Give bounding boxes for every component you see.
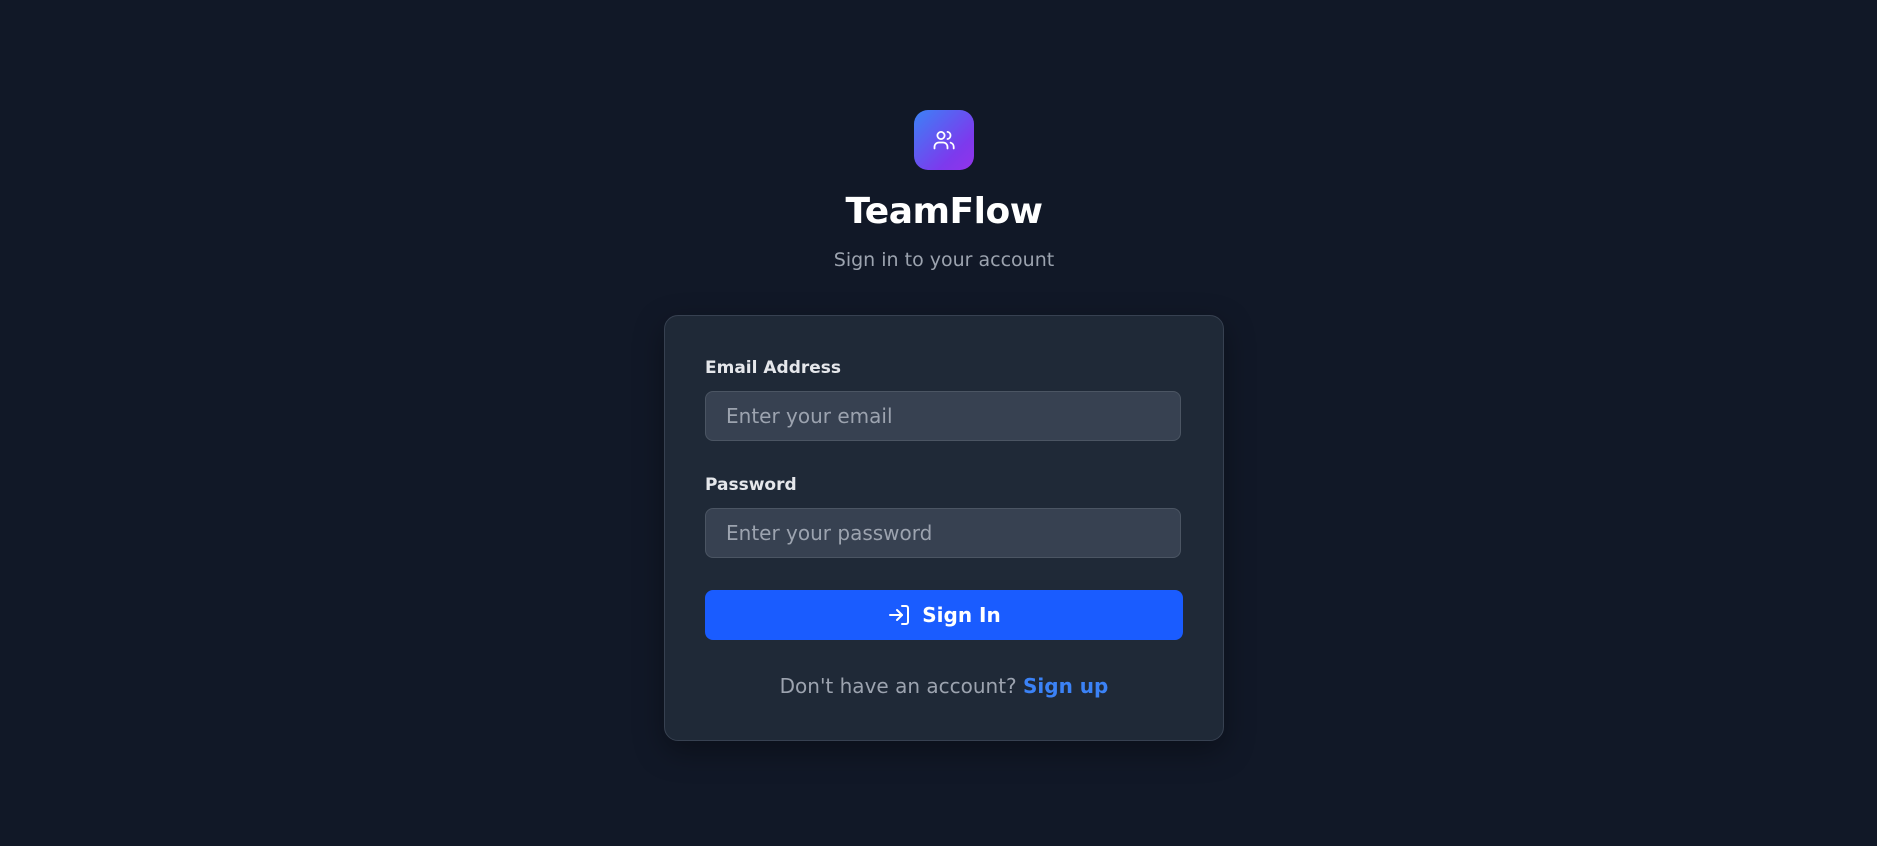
email-label: Email Address (705, 358, 842, 378)
password-label: Password (705, 475, 797, 495)
login-page: TeamFlow Sign in to your account Email A… (0, 0, 1877, 846)
app-title: TeamFlow (845, 191, 1043, 232)
sign-up-link[interactable]: Sign up (1023, 674, 1108, 698)
signup-prompt-text: Don't have an account? (779, 674, 1017, 698)
login-card: Email Address Password Sign In Don't hav… (664, 315, 1224, 741)
sign-in-button[interactable]: Sign In (705, 590, 1183, 640)
sign-in-button-label: Sign In (922, 603, 1001, 627)
log-in-icon (887, 603, 911, 627)
users-icon (932, 128, 956, 152)
app-logo (914, 110, 974, 170)
page-subtitle: Sign in to your account (833, 249, 1055, 271)
password-input[interactable] (705, 508, 1181, 558)
email-input[interactable] (705, 391, 1181, 441)
signup-prompt: Don't have an account? Sign up (665, 671, 1223, 701)
